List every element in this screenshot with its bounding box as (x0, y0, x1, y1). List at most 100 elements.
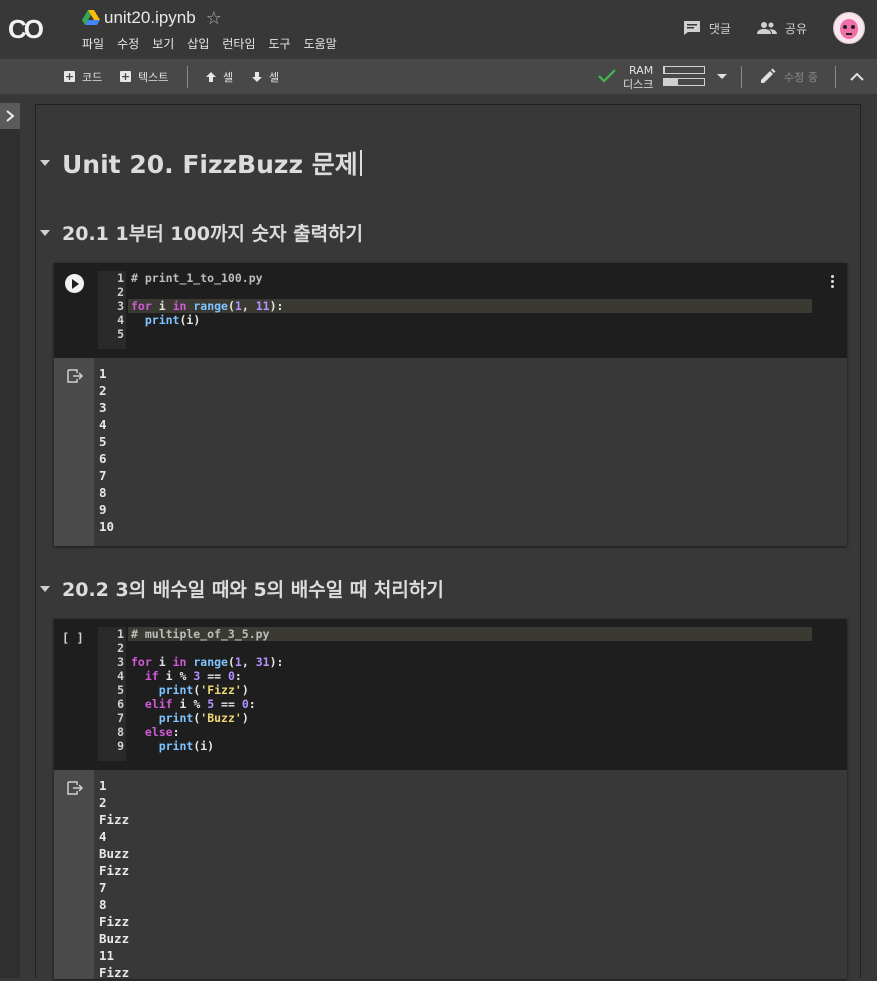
sidebar-toggle[interactable] (0, 103, 20, 129)
output-line: 2 (99, 795, 107, 810)
add-code-label: 코드 (82, 70, 103, 84)
toolbar-divider (187, 66, 188, 88)
section-title: 20.2 3의 배수일 때와 5의 배수일 때 처리하기 (62, 579, 444, 601)
code-line[interactable]: 9 print(i) (98, 739, 812, 753)
comment-label: 댓글 (708, 21, 731, 36)
toolbar-divider (741, 66, 742, 88)
code-text: print(i) (144, 313, 201, 327)
code-text: print('Buzz') (158, 711, 249, 725)
comment-icon (683, 21, 700, 35)
code-line[interactable]: 6 elif i % 5 == 0: (98, 697, 812, 711)
plus-icon: + (120, 70, 131, 83)
code-line[interactable]: 4 if i % 3 == 0: (98, 669, 812, 683)
add-text-button[interactable]: + 텍스트 (120, 59, 168, 94)
output-line: Buzz (99, 846, 130, 861)
output-redirect-icon[interactable] (67, 369, 83, 383)
code-cell-1[interactable]: 1 # print_1_to_100.py 2 3 for i in range(1, … (54, 263, 847, 546)
line-number: 4 (117, 313, 124, 327)
chevron-up-icon[interactable] (850, 72, 864, 81)
user-avatar[interactable] (833, 12, 865, 44)
output-line: 9 (99, 502, 107, 517)
menu-insert[interactable]: 삽입 (187, 35, 209, 52)
line-number: 2 (117, 641, 124, 655)
code-editor[interactable]: 1 # print_1_to_100.py 2 3 for i in range(1, … (98, 271, 812, 349)
header-actions: 댓글 공유 (683, 12, 865, 44)
resource-monitor[interactable]: RAM 디스크 (620, 64, 730, 91)
line-number: 4 (117, 669, 124, 683)
output-redirect-icon[interactable] (67, 781, 83, 795)
menu-runtime[interactable]: 런타임 (222, 35, 255, 52)
output-line: 5 (99, 434, 107, 449)
output-line: 7 (99, 468, 107, 483)
add-code-button[interactable]: + 코드 (64, 59, 102, 94)
code-line[interactable]: 2 (98, 285, 812, 299)
notebook-area: Unit 20. FizzBuzz 문제 20.1 1부터 100까지 숫자 출… (35, 104, 861, 981)
pencil-icon (761, 68, 776, 83)
execution-count[interactable]: [ ] (62, 631, 84, 645)
move-cell-up-button[interactable]: 셀 (205, 59, 233, 94)
code-text: elif i % 5 == 0: (144, 697, 256, 711)
line-number: 9 (117, 739, 124, 753)
code-line[interactable]: 1 # multiple_of_3_5.py (98, 627, 812, 641)
code-line[interactable]: 8 else: (98, 725, 812, 739)
ram-bar-fill (664, 67, 666, 73)
code-editor[interactable]: 1 # multiple_of_3_5.py 2 3 for i in range(1,… (98, 627, 812, 761)
text-cursor (359, 150, 362, 176)
star-icon[interactable]: ☆ (206, 8, 222, 29)
notebook-title[interactable]: unit20.ipynb (104, 8, 196, 28)
move-up-label: 셀 (223, 70, 234, 84)
chevron-down-icon[interactable] (717, 74, 727, 79)
more-options-icon[interactable] (831, 275, 835, 290)
line-number: 1 (117, 627, 124, 641)
code-line[interactable]: 5 print('Fizz') (98, 683, 812, 697)
code-line[interactable]: 1 # print_1_to_100.py (98, 271, 812, 285)
output-text: 1 2 Fizz 4 Buzz Fizz 7 8 Fizz Buzz 11 Fizz (99, 777, 129, 981)
share-label: 공유 (784, 21, 807, 36)
section-heading-20-2[interactable]: 20.2 3의 배수일 때와 5의 배수일 때 처리하기 (36, 575, 444, 602)
code-line[interactable]: 4 print(i) (98, 313, 812, 327)
menu-help[interactable]: 도움말 (304, 35, 337, 52)
collapse-caret-icon[interactable] (40, 229, 50, 236)
colab-logo[interactable]: CO (8, 14, 44, 45)
move-cell-down-button[interactable]: 셀 (251, 59, 279, 94)
output-line: 6 (99, 451, 107, 466)
code-text: for i in range(1, 11): (131, 299, 284, 313)
menu-tools[interactable]: 도구 (269, 35, 291, 52)
code-line[interactable]: 3 for i in range(1, 31): (98, 655, 812, 669)
section-heading-20-1[interactable]: 20.1 1부터 100까지 숫자 출력하기 (36, 219, 363, 246)
people-icon (756, 22, 777, 34)
comment-button[interactable]: 댓글 (683, 20, 731, 37)
output-line: 1 (99, 778, 107, 793)
avatar-face-icon (835, 14, 863, 42)
sidebar (0, 129, 20, 978)
output-line: 4 (99, 417, 107, 432)
run-cell-button[interactable] (65, 274, 84, 293)
menu-view[interactable]: 보기 (152, 35, 174, 52)
line-number: 8 (117, 725, 124, 739)
code-line[interactable]: 5 (98, 327, 812, 341)
disk-bar (663, 78, 705, 86)
line-number: 2 (117, 285, 124, 299)
line-number: 6 (117, 697, 124, 711)
collapse-caret-icon[interactable] (40, 160, 50, 166)
code-line[interactable]: 7 print('Buzz') (98, 711, 812, 725)
edit-mode-button[interactable]: 수정 중 (759, 59, 818, 94)
drive-icon (82, 10, 100, 25)
collapse-caret-icon[interactable] (40, 585, 50, 592)
heading-unit20[interactable]: Unit 20. FizzBuzz 문제 (36, 145, 362, 181)
menu-file[interactable]: 파일 (82, 35, 104, 52)
output-line: Fizz (99, 812, 130, 827)
share-button[interactable]: 공유 (756, 20, 807, 37)
menu-bar: 파일 수정 보기 삽입 런타임 도구 도움말 (82, 35, 350, 52)
line-number: 5 (117, 327, 124, 341)
line-number: 3 (117, 655, 124, 669)
code-text: # multiple_of_3_5.py (131, 627, 270, 641)
code-line[interactable]: 3 for i in range(1, 11): (98, 299, 812, 313)
code-cell-2[interactable]: [ ] 1 # multiple_of_3_5.py 2 3 for i in rang… (54, 619, 847, 981)
chevron-right-icon (5, 110, 15, 122)
code-line[interactable]: 2 (98, 641, 812, 655)
menu-edit[interactable]: 수정 (117, 35, 139, 52)
check-icon (598, 69, 616, 83)
output-line: 3 (99, 400, 107, 415)
output-line: 1 (99, 366, 107, 381)
